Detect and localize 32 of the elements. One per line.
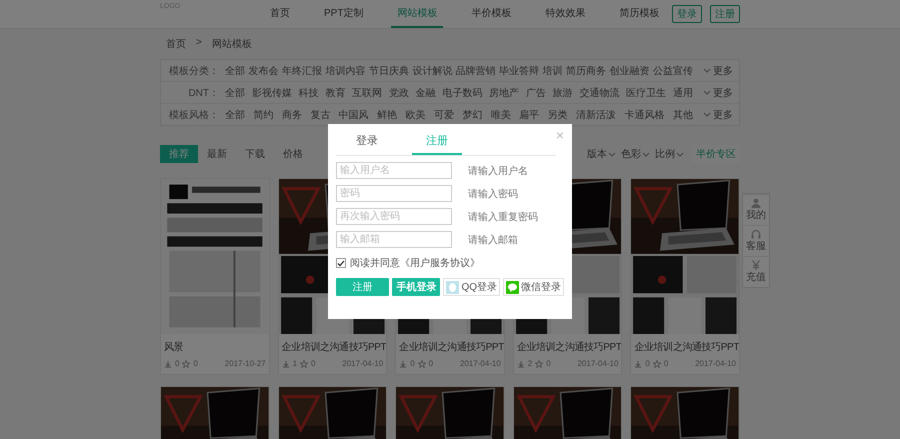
download-count: 0 (410, 359, 415, 368)
favorite-count: 0 (546, 359, 551, 368)
download-count: 1 (292, 359, 298, 368)
field-hint: 请输入邮箱 (468, 234, 518, 246)
toolbar-label: 客服 (746, 240, 766, 253)
card-title: 企业培训之沟通技巧PPT (516, 340, 622, 355)
field-hint: 请输入用户名 (468, 164, 528, 178)
agreement-text: 阅读并同意《用户服务协议》 (350, 256, 480, 270)
favorite-count: 0 (664, 359, 668, 368)
favorite-count: 0 (428, 359, 434, 368)
toolbar-label: 我的 (746, 208, 766, 222)
card-date: 2017-04-10 (577, 359, 618, 368)
filter-label: 模板风格： (168, 108, 219, 122)
card-date: 2017-04-10 (460, 359, 501, 368)
field-hint: 请输入密码 (468, 188, 518, 200)
field-hint: 请输入重复密码 (468, 210, 538, 224)
breadcrumb-separator: > (196, 37, 202, 50)
favorite-count: 0 (193, 359, 198, 368)
card-title: 企业培训之沟通技巧PPT (633, 340, 739, 355)
toolbar-label: 充值 (746, 270, 766, 284)
card-title: 风景 (163, 340, 184, 355)
download-count: 0 (175, 359, 180, 368)
card-date: 2017-10-27 (224, 359, 266, 368)
download-count: 0 (645, 359, 650, 368)
card-title: 企业培训之沟通技巧PPT (398, 340, 504, 355)
filter-label: 模板分类： (168, 64, 219, 78)
card-date: 2017-04-10 (342, 359, 384, 368)
download-count: 2 (528, 359, 532, 368)
card-date: 2017-04-10 (695, 359, 736, 368)
favorite-count: 0 (311, 359, 316, 368)
card-title: 企业培训之沟通技巧PPT (280, 340, 386, 355)
filter-label: DNT： (187, 86, 219, 100)
